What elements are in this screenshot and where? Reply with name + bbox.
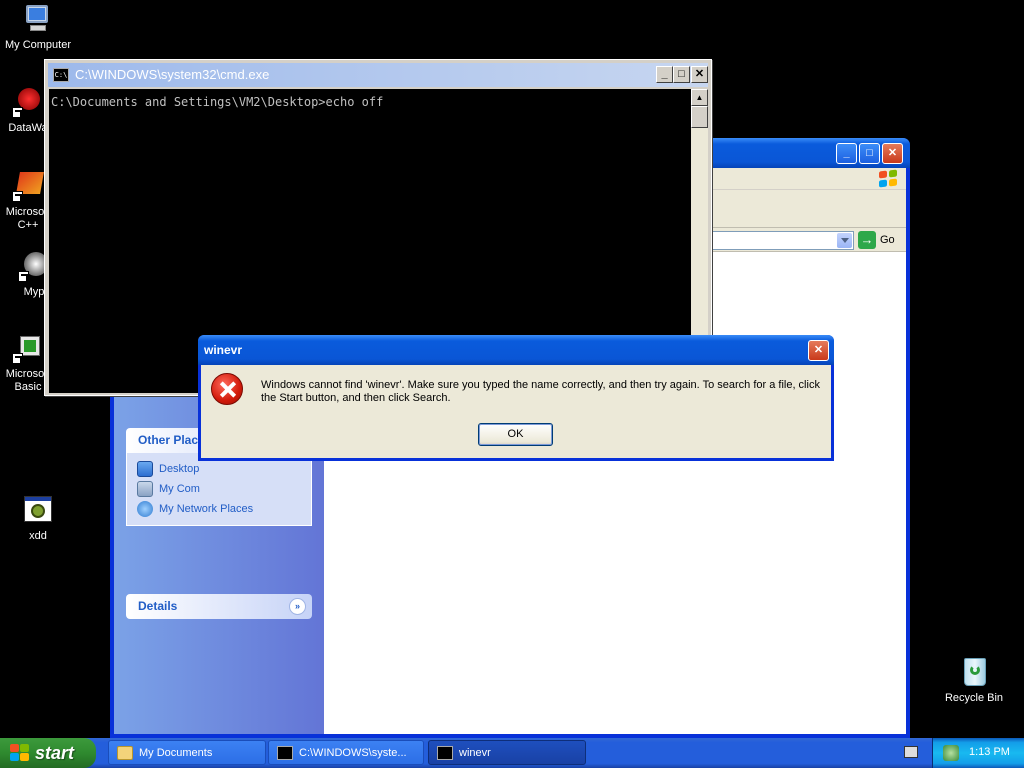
- shortcut-arrow-icon: [12, 353, 23, 364]
- close-button[interactable]: ✕: [691, 66, 708, 83]
- minimize-button[interactable]: _: [836, 143, 857, 164]
- my-computer-icon: [22, 3, 54, 35]
- desktop-icon-my-computer[interactable]: My Computer: [0, 3, 76, 52]
- details-header[interactable]: Details »: [126, 594, 312, 619]
- xdd-program-icon: [22, 494, 54, 526]
- dialog-close-button[interactable]: ✕: [808, 340, 829, 361]
- maximize-button[interactable]: □: [673, 66, 690, 83]
- error-dialog[interactable]: winevr ✕ Windows cannot find 'winevr'. M…: [198, 335, 834, 461]
- other-places-item-label: Desktop: [159, 463, 200, 475]
- close-button[interactable]: ✕: [882, 143, 903, 164]
- go-button[interactable]: → Go: [858, 230, 904, 250]
- start-label: start: [35, 742, 75, 763]
- details-panel: Details »: [126, 594, 312, 619]
- cmd-icon: [277, 745, 293, 760]
- dialog-title: winevr: [204, 343, 243, 357]
- keyboard-icon[interactable]: [904, 746, 918, 758]
- cmd-titlebar[interactable]: C:\ C:\WINDOWS\system32\cmd.exe _ □ ✕: [48, 63, 708, 87]
- windows-flag-icon: [10, 744, 30, 762]
- desktop-icon-label: xdd: [29, 530, 47, 542]
- other-places-item-label: My Network Places: [159, 503, 254, 515]
- my-computer-icon: [137, 481, 153, 497]
- shortcut-arrow-icon: [12, 107, 23, 118]
- other-places-item-network-places[interactable]: My Network Places: [137, 499, 311, 519]
- scroll-thumb[interactable]: [691, 106, 708, 128]
- scroll-up-button[interactable]: ▲: [691, 89, 708, 106]
- dialog-body: Windows cannot find 'winevr'. Make sure …: [201, 365, 831, 458]
- cmd-title: C:\WINDOWS\system32\cmd.exe: [75, 67, 270, 82]
- cmd-icon: C:\: [53, 68, 69, 82]
- expand-chevron-icon[interactable]: »: [289, 598, 306, 615]
- network-tray-icon[interactable]: [943, 745, 959, 761]
- taskbar: start My Documents C:\WINDOWS\syste... w…: [0, 738, 1024, 768]
- error-message: Windows cannot find 'winevr'. Make sure …: [261, 379, 820, 404]
- system-tray: 1:13 PM: [932, 738, 1024, 768]
- start-button[interactable]: start: [0, 738, 96, 768]
- details-title: Details: [138, 599, 178, 613]
- go-label: Go: [880, 234, 895, 246]
- other-places-item-desktop[interactable]: Desktop: [137, 459, 311, 479]
- taskbar-button-label: C:\WINDOWS\syste...: [299, 746, 407, 759]
- other-places-item-label: My Com: [159, 483, 200, 495]
- network-places-icon: [137, 501, 153, 517]
- desktop-icon-xdd[interactable]: xdd: [0, 494, 76, 543]
- taskbar-button-my-documents[interactable]: My Documents: [108, 740, 266, 765]
- desktop-icon-recycle-bin[interactable]: Recycle Bin: [936, 656, 1012, 705]
- desktop: My Computer DataWa Microsoft C++ Myp Mic…: [0, 0, 1024, 738]
- taskbar-button-winevr[interactable]: winevr: [428, 740, 586, 765]
- minimize-button[interactable]: _: [656, 66, 673, 83]
- taskbar-button-cmd[interactable]: C:\WINDOWS\syste...: [268, 740, 424, 765]
- taskbar-button-label: winevr: [459, 746, 491, 759]
- dialog-titlebar[interactable]: winevr ✕: [198, 335, 834, 365]
- datawa-icon: [12, 86, 44, 118]
- shortcut-arrow-icon: [18, 271, 29, 282]
- windows-logo-icon: [878, 169, 898, 188]
- other-places-title: Other Plac: [138, 433, 199, 447]
- go-arrow-icon: →: [858, 231, 876, 249]
- ok-button[interactable]: OK: [478, 423, 553, 446]
- error-icon: [211, 373, 243, 405]
- shortcut-arrow-icon: [12, 191, 23, 202]
- other-places-item-my-computer[interactable]: My Com: [137, 479, 311, 499]
- desktop-icon: [137, 461, 153, 477]
- clock[interactable]: 1:13 PM: [969, 746, 1010, 758]
- desktop-icon-label: My Computer: [4, 39, 72, 51]
- desktop-icon-label: Recycle Bin: [944, 692, 1004, 704]
- other-places-list: Desktop My Com My Network Places: [126, 453, 312, 526]
- recycle-bin-icon: [958, 656, 990, 688]
- visual-basic-icon: [12, 332, 44, 364]
- address-dropdown-button[interactable]: [837, 233, 852, 248]
- cmd-icon: [437, 745, 453, 760]
- visual-cpp-icon: [12, 170, 44, 202]
- maximize-button[interactable]: □: [859, 143, 880, 164]
- folder-icon: [117, 745, 133, 760]
- taskbar-button-label: My Documents: [139, 746, 213, 759]
